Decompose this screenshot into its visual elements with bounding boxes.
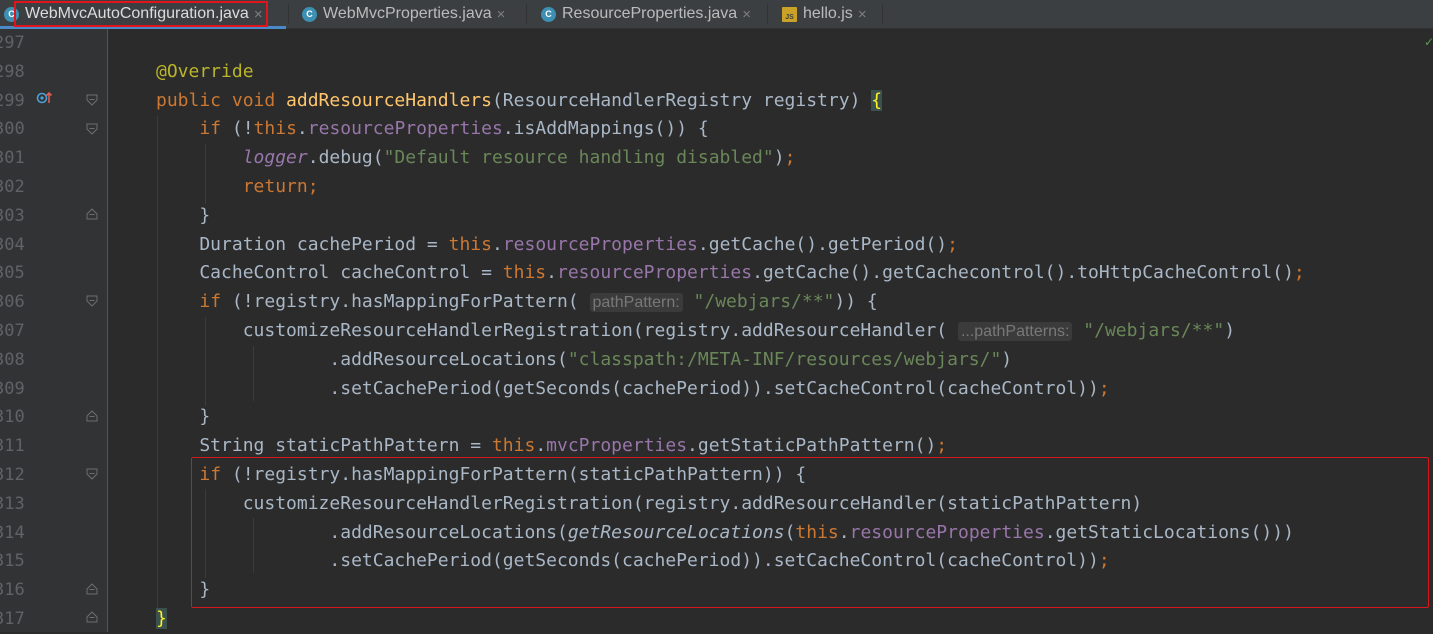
code-text: return; [242, 176, 319, 197]
inspection-ok-icon[interactable]: ✓ [1424, 35, 1433, 49]
code-line[interactable]: 309 .setCachePeriod(getSeconds(cachePeri… [0, 375, 1433, 404]
line-number: 299 [0, 90, 25, 111]
line-number: 306 [0, 292, 25, 313]
line-number: 307 [0, 321, 25, 341]
close-icon[interactable]: × [858, 6, 867, 23]
code-line[interactable]: 301 logger.debug("Default resource handl… [0, 144, 1433, 173]
tab-divider [288, 4, 289, 24]
line-number: 310 [0, 407, 25, 428]
code-line[interactable]: 298 @Override [0, 58, 1433, 87]
code-text: if (!registry.hasMappingForPattern( path… [199, 291, 878, 313]
code-line[interactable]: 308 .addResourceLocations("classpath:/ME… [0, 346, 1433, 375]
line-number: 302 [0, 177, 25, 197]
line-number: 304 [0, 234, 25, 255]
line-number: 309 [0, 378, 25, 399]
fold-open-icon[interactable] [86, 468, 98, 480]
fold-close-icon[interactable] [86, 208, 98, 220]
code-line[interactable]: 297 [0, 29, 1433, 58]
line-number: 305 [0, 263, 25, 284]
line-number: 301 [0, 148, 25, 169]
tab-label: ResourceProperties.java [562, 5, 738, 22]
tab-resourceproperties[interactable]: C ResourceProperties.java × [541, 0, 751, 28]
code-text: .addResourceLocations("classpath:/META-I… [156, 348, 1013, 370]
java-class-icon: C [541, 6, 556, 22]
javascript-file-icon: JS [782, 6, 797, 22]
code-line[interactable]: 307 customizeResourceHandlerRegistration… [0, 317, 1433, 346]
java-class-icon: C [302, 6, 317, 22]
tab-label: WebMvcProperties.java [323, 5, 492, 22]
tab-divider [882, 4, 883, 24]
fold-open-icon[interactable] [86, 295, 98, 307]
line-number: 315 [0, 551, 25, 572]
code-text: CacheControl cacheControl = this.resourc… [156, 262, 1305, 284]
line-number: 303 [0, 205, 25, 226]
line-number: 300 [0, 119, 25, 140]
tab-divider [767, 4, 768, 24]
line-number: 311 [0, 436, 25, 457]
tab-label: hello.js [803, 5, 853, 22]
close-icon[interactable]: × [497, 6, 506, 23]
code-text: logger.debug("Default resource handling … [242, 147, 796, 169]
code-text: customizeResourceHandlerRegistration(reg… [156, 320, 1236, 341]
tab-webmvcproperties[interactable]: C WebMvcProperties.java × [302, 0, 505, 28]
line-number: 298 [0, 61, 25, 82]
line-number: 297 [0, 33, 25, 53]
code-text: .setCachePeriod(getSeconds(cachePeriod))… [156, 377, 1110, 399]
code-line[interactable]: 302 return; [0, 173, 1433, 202]
fold-open-icon[interactable] [86, 94, 98, 106]
code-highlight-box [191, 457, 1429, 608]
fold-close-icon[interactable] [86, 611, 98, 623]
tab-hello-js[interactable]: JS hello.js × [782, 0, 867, 28]
code-text: } [156, 204, 211, 226]
code-line[interactable]: 304 Duration cachePeriod = this.resource… [0, 231, 1433, 260]
code-line[interactable]: 310 } [0, 403, 1433, 432]
override-marker-icon[interactable] [36, 90, 54, 106]
line-number: 314 [0, 522, 25, 543]
fold-close-icon[interactable] [86, 410, 98, 422]
tab-highlight-box [14, 1, 268, 27]
fold-close-icon[interactable] [86, 583, 98, 595]
line-number: 317 [0, 609, 25, 629]
line-number: 308 [0, 349, 25, 370]
code-text: } [156, 406, 211, 428]
line-number: 312 [0, 465, 25, 485]
code-line[interactable]: 306 if (!registry.hasMappingForPattern( … [0, 288, 1433, 317]
code-text: public void addResourceHandlers(Resource… [156, 89, 883, 111]
code-line[interactable]: 305 CacheControl cacheControl = this.res… [0, 259, 1433, 288]
line-number: 313 [0, 493, 25, 514]
code-text: @Override [156, 60, 254, 82]
parameter-hint: ...pathPatterns: [957, 322, 1073, 341]
code-line[interactable]: 317 } [0, 605, 1433, 634]
code-text: Duration cachePeriod = this.resourceProp… [156, 233, 958, 255]
code-line[interactable]: 303 } [0, 202, 1433, 231]
parameter-hint: pathPattern: [589, 293, 683, 313]
code-line[interactable]: 299 public void addResourceHandlers(Reso… [0, 87, 1433, 116]
fold-open-icon[interactable] [86, 123, 98, 135]
tab-divider [526, 4, 527, 24]
close-icon[interactable]: × [742, 6, 751, 23]
code-text: if (!this.resourceProperties.isAddMappin… [199, 118, 709, 140]
editor-tab-bar: C WebMvcAutoConfiguration.java × C WebMv… [0, 0, 1433, 29]
line-number: 316 [0, 580, 25, 601]
code-line[interactable]: 300 if (!this.resourceProperties.isAddMa… [0, 115, 1433, 144]
code-text: } [156, 608, 167, 629]
